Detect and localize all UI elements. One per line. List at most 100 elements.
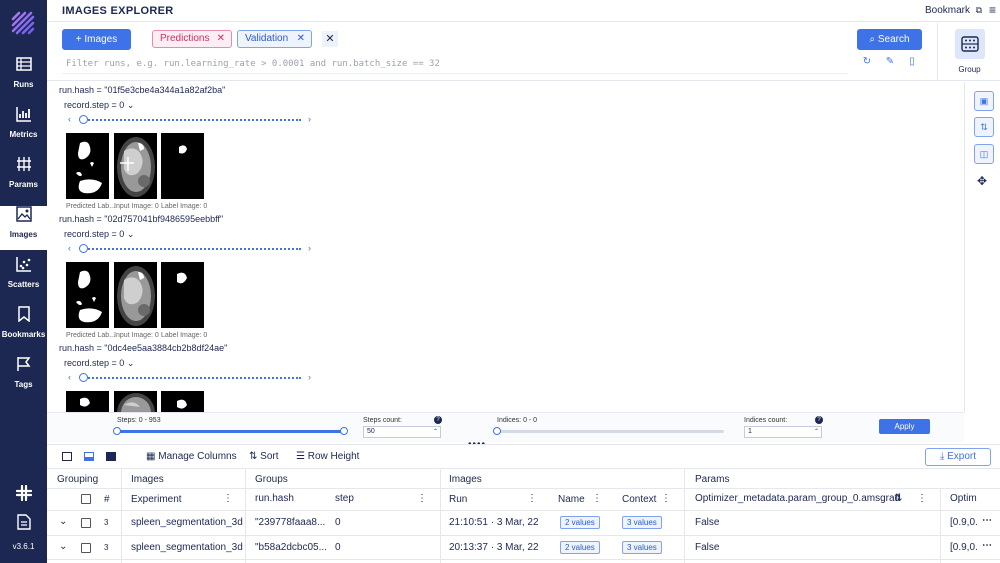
step-slider[interactable]: ‹ › — [68, 372, 318, 384]
row-name-values[interactable]: 2 values — [560, 516, 600, 529]
step-slider-track[interactable] — [81, 377, 301, 379]
nav-params[interactable]: Params — [0, 156, 47, 200]
image-label[interactable] — [161, 262, 204, 328]
chip-validation[interactable]: Validation ✕ — [237, 30, 312, 48]
col-experiment[interactable]: Experiment — [131, 494, 182, 505]
column-menu-icon[interactable]: ⋮ — [527, 493, 537, 504]
indices-range-slider[interactable] — [497, 430, 724, 433]
image-predicted-label[interactable] — [66, 133, 109, 199]
steps-range-end-knob[interactable] — [340, 427, 348, 435]
move-icon[interactable]: ✥ — [977, 174, 987, 188]
image-input[interactable] — [114, 391, 157, 412]
record-step-dropdown[interactable]: record.step = 0 ⌄ — [64, 100, 134, 111]
chevron-right-icon[interactable]: › — [308, 114, 311, 124]
step-slider-knob[interactable] — [79, 115, 88, 124]
step-slider-knob[interactable] — [79, 373, 88, 382]
bookmark-button[interactable]: Bookmark — [925, 5, 970, 16]
nav-scatters[interactable]: Scatters — [0, 256, 47, 300]
col-name[interactable]: Name — [558, 494, 585, 505]
row-context-values[interactable]: 3 values — [622, 541, 662, 554]
row-context-values[interactable]: 3 values — [622, 516, 662, 529]
help-icon[interactable]: ? — [434, 416, 442, 424]
image-properties-icon[interactable]: ▣ — [974, 91, 994, 111]
chevron-left-icon[interactable]: ‹ — [68, 243, 71, 253]
row-actions-icon[interactable]: ⋯ — [982, 515, 992, 526]
close-icon[interactable]: ✕ — [297, 31, 305, 47]
col-run-hash[interactable]: run.hash — [255, 493, 294, 504]
step-slider-track[interactable] — [81, 248, 301, 250]
image-label[interactable] — [161, 133, 204, 199]
image-predicted-label[interactable] — [66, 391, 109, 412]
indices-count-input[interactable]: 1 ⌃ — [744, 426, 822, 438]
search-button[interactable]: ⌕ Search — [857, 29, 922, 50]
slack-icon[interactable] — [0, 484, 47, 504]
chip-predictions[interactable]: Predictions ✕ — [152, 30, 232, 48]
aim-logo-icon[interactable] — [11, 11, 35, 35]
sort-order-icon[interactable]: ⇅ — [974, 117, 994, 137]
col-step[interactable]: step — [335, 493, 354, 504]
chevron-left-icon[interactable]: ‹ — [68, 372, 71, 382]
column-menu-icon[interactable]: ⋮ — [417, 493, 427, 504]
column-menu-icon[interactable]: ⋮ — [917, 493, 927, 504]
col-optimizer-2[interactable]: Optim — [950, 493, 977, 504]
col-optimizer-amsgrad[interactable]: Optimizer_metadata.param_group_0.amsgrad — [695, 493, 900, 504]
image-rendering-icon[interactable]: ◫ — [974, 144, 994, 164]
images-select-button[interactable]: + Images — [62, 29, 131, 50]
row-actions-icon[interactable]: ⋯ — [982, 540, 992, 551]
group-button[interactable] — [955, 29, 985, 59]
bookmark-icon[interactable]: ⧉ — [976, 5, 982, 16]
indices-range-knob[interactable] — [493, 427, 501, 435]
row-checkbox[interactable] — [81, 518, 91, 528]
filter-input[interactable]: Filter runs, e.g. run.learning_rate > 0.… — [62, 54, 847, 74]
column-menu-icon[interactable]: ⋮ — [592, 493, 602, 504]
help-icon[interactable]: ? — [815, 416, 823, 424]
nav-runs[interactable]: Runs — [0, 56, 47, 100]
row-height-button[interactable]: ☰ Row Height — [296, 451, 359, 462]
steps-range-start-knob[interactable] — [113, 427, 121, 435]
column-menu-icon[interactable]: ⋮ — [223, 493, 233, 504]
sort-button[interactable]: ⇅ Sort — [249, 451, 279, 462]
close-icon[interactable]: ✕ — [217, 31, 225, 47]
table-layout-full-icon[interactable] — [62, 452, 72, 461]
step-slider[interactable]: ‹ › — [68, 114, 318, 126]
nav-tags[interactable]: Tags — [0, 356, 47, 400]
step-slider[interactable]: ‹ › — [68, 243, 318, 255]
record-step-dropdown[interactable]: record.step = 0 ⌄ — [64, 358, 134, 369]
row-experiment[interactable]: spleen_segmentation_3d — [131, 517, 243, 528]
nav-metrics[interactable]: Metrics — [0, 106, 47, 150]
step-slider-track[interactable] — [81, 119, 301, 121]
steps-count-input[interactable]: 50 ⌃ — [363, 426, 441, 438]
manage-columns-button[interactable]: ▦ Manage Columns — [146, 451, 237, 462]
step-slider-knob[interactable] — [79, 244, 88, 253]
clear-selection-icon[interactable]: ✕ — [322, 31, 338, 47]
row-run[interactable]: 21:10:51 · 3 Mar, 22 — [449, 517, 539, 528]
docs-icon[interactable] — [0, 514, 47, 533]
select-all-checkbox[interactable] — [81, 494, 91, 504]
row-checkbox[interactable] — [81, 543, 91, 553]
menu-icon[interactable]: ≡ — [989, 3, 996, 17]
edit-icon[interactable]: ✎ — [882, 56, 898, 72]
row-run[interactable]: 20:13:37 · 3 Mar, 22 — [449, 542, 539, 553]
table-layout-half-icon[interactable] — [84, 452, 94, 461]
image-input[interactable] — [114, 133, 157, 199]
image-label[interactable] — [161, 391, 204, 412]
image-input[interactable] — [114, 262, 157, 328]
expand-chevron-icon[interactable]: ⌄ — [59, 541, 67, 552]
sort-column-icon[interactable]: ⇅ — [894, 493, 902, 504]
row-experiment[interactable]: spleen_segmentation_3d — [131, 542, 243, 553]
row-name-values[interactable]: 2 values — [560, 541, 600, 554]
nav-bookmarks[interactable]: Bookmarks — [0, 306, 47, 350]
chevron-left-icon[interactable]: ‹ — [68, 114, 71, 124]
table-layout-hidden-icon[interactable] — [106, 452, 116, 461]
col-context[interactable]: Context — [622, 494, 656, 505]
nav-images[interactable]: Images — [0, 206, 47, 250]
stepper-icon[interactable]: ⌃ — [814, 427, 819, 437]
reset-icon[interactable]: ↻ — [859, 56, 875, 72]
apply-button[interactable]: Apply — [879, 419, 930, 434]
copy-icon[interactable]: ▯ — [904, 56, 920, 72]
steps-range-slider[interactable] — [117, 430, 344, 433]
record-step-dropdown[interactable]: record.step = 0 ⌄ — [64, 229, 134, 240]
chevron-right-icon[interactable]: › — [308, 243, 311, 253]
stepper-icon[interactable]: ⌃ — [433, 427, 438, 437]
column-menu-icon[interactable]: ⋮ — [661, 493, 671, 504]
